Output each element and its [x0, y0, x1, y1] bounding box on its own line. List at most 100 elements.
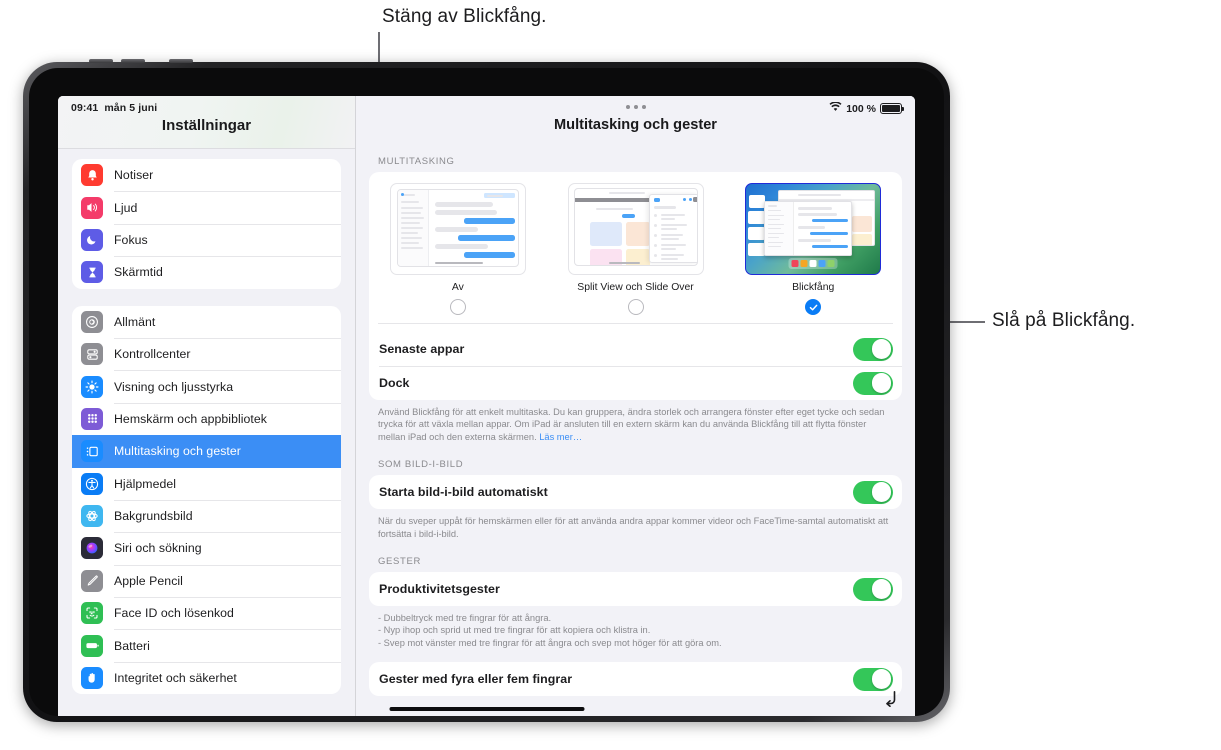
- status-bar-left: 09:41 mån 5 juni: [71, 102, 157, 114]
- battery-full-icon: [880, 103, 905, 114]
- row-label-dock: Dock: [379, 376, 410, 390]
- sidebar-item-bakgrundsbild[interactable]: Bakgrundsbild: [72, 499, 341, 532]
- control-center-icon: [81, 343, 103, 366]
- learn-more-link[interactable]: Läs mer…: [539, 432, 582, 442]
- mode-label-off: Av: [451, 282, 464, 293]
- sidebar-item-label: Integritet och säkerhet: [114, 671, 237, 686]
- sidebar-item-visning-och-ljusstyrka[interactable]: Visning och ljusstyrka: [72, 370, 341, 402]
- sound-icon: [81, 196, 103, 219]
- sidebar-item-label: Face ID och lösenkod: [114, 606, 234, 621]
- footnote-gestures: - Dubbeltryck med tre fingrar för att ån…: [369, 606, 902, 658]
- sidebar-item-ljud[interactable]: Ljud: [72, 191, 341, 223]
- sidebar-item-allmänt[interactable]: Allmänt: [72, 306, 341, 338]
- detail-scroll-area[interactable]: MULTITASKING Av Split View och Slide Ove…: [356, 149, 915, 716]
- home-indicator[interactable]: [389, 706, 584, 711]
- toggle-auto-pip[interactable]: [853, 480, 893, 504]
- left-callout-label: Stäng av Blickfång.: [382, 6, 547, 27]
- sidebar-item-label: Multitasking och gester: [114, 444, 241, 459]
- power-button[interactable]: [169, 59, 193, 63]
- volume-down-button[interactable]: [121, 59, 145, 63]
- sidebar-item-label: Ljud: [114, 200, 138, 215]
- sidebar-item-face-id-och-lösenkod[interactable]: Face ID och lösenkod: [72, 597, 341, 629]
- mode-option-off[interactable]: Av: [369, 183, 547, 293]
- mode-radio-group: [369, 299, 902, 315]
- sidebar-item-label: Siri och sökning: [114, 541, 202, 556]
- notifications-icon: [81, 164, 103, 187]
- page-curl-icon: [886, 690, 896, 708]
- sidebar-item-multitasking-och-gester[interactable]: Multitasking och gester: [72, 435, 341, 468]
- radio-stagemanager[interactable]: [805, 299, 822, 315]
- thumbnail-splitview: [567, 183, 704, 275]
- detail-header: Multitasking och gester 100 %: [356, 96, 915, 149]
- sidebar-item-apple-pencil[interactable]: Apple Pencil: [72, 564, 341, 597]
- row-auto-pip[interactable]: Starta bild-i-bild automatiskt: [369, 475, 902, 509]
- sidebar-item-fokus[interactable]: Fokus: [72, 223, 341, 256]
- battery-percent-label: 100 %: [846, 102, 876, 115]
- radio-splitview[interactable]: [627, 299, 644, 315]
- ipad-screen: 09:41 mån 5 juni Inställningar Notiser Lju…: [58, 96, 915, 716]
- sidebar-item-label: Skärmtid: [114, 265, 163, 280]
- toggle-recent-apps[interactable]: [853, 337, 893, 361]
- section-header-pip: SOM BILD-I-BILD: [378, 459, 464, 471]
- thumbnail-stagemanager: [745, 183, 882, 275]
- screentime-hourglass-icon: [81, 261, 103, 284]
- row-recent-apps[interactable]: Senaste appar: [369, 332, 902, 366]
- sidebar-item-batteri[interactable]: Batteri: [72, 629, 341, 661]
- footnote-multitasking: Använd Blickfång för att enkelt multitas…: [369, 400, 902, 452]
- sidebar-item-hemskärm-och-appbibliotek[interactable]: Hemskärm och appbibliotek: [72, 402, 341, 435]
- sidebar-item-notiser[interactable]: Notiser: [72, 159, 341, 191]
- sidebar-item-label: Batteri: [114, 638, 150, 653]
- status-time: 09:41: [71, 102, 99, 114]
- toggle-productivity-gestures[interactable]: [853, 577, 893, 601]
- footnote-gestures-line-2: - Nyp ihop och sprid ut med tre fingrar …: [378, 625, 651, 636]
- right-callout-label: Slå på Blickfång.: [992, 310, 1136, 331]
- sidebar-item-kontrollcenter[interactable]: Kontrollcenter: [72, 337, 341, 370]
- privacy-hand-icon: [81, 667, 103, 690]
- sidebar-item-siri-och-sökning[interactable]: Siri och sökning: [72, 532, 341, 564]
- sidebar-item-hjälpmedel[interactable]: Hjälpmedel: [72, 468, 341, 500]
- row-dock[interactable]: Dock: [369, 366, 902, 400]
- ipad-device-frame: 09:41 mån 5 juni Inställningar Notiser Lju…: [23, 59, 950, 722]
- row-label-auto-pip: Starta bild-i-bild automatiskt: [379, 485, 548, 500]
- section-header-gestures: GESTER: [378, 556, 421, 568]
- mode-option-stagemanager[interactable]: Blickfång: [724, 183, 902, 293]
- volume-up-button[interactable]: [89, 59, 113, 63]
- brightness-icon: [81, 375, 103, 398]
- multitasking-mode-picker: Av Split View och Slide Over Blickfång: [369, 172, 902, 332]
- toggle-multifinger-gestures[interactable]: [853, 667, 893, 691]
- sidebar-item-integritet-och-säkerhet[interactable]: Integritet och säkerhet: [72, 661, 341, 694]
- wallpaper-icon: [81, 505, 103, 528]
- apple-pencil-icon: [81, 569, 103, 592]
- row-label-recent-apps: Senaste appar: [379, 342, 465, 356]
- row-productivity-gestures[interactable]: Produktivitetsgester: [369, 572, 902, 606]
- sidebar-item-label: Kontrollcenter: [114, 347, 191, 362]
- gestures-card: Produktivitetsgester: [369, 572, 902, 607]
- general-gear-icon: [81, 310, 103, 333]
- more-dots-icon[interactable]: [625, 105, 646, 109]
- footnote-gestures-line-1: - Dubbeltryck med tre fingrar för att ån…: [378, 613, 552, 624]
- sidebar-scroll-area[interactable]: Notiser Ljud Fokus Skärmtid Allmänt Kontroll…: [58, 149, 355, 716]
- siri-icon: [81, 537, 103, 560]
- multifinger-card: Gester med fyra eller fem fingrar: [369, 662, 902, 697]
- mode-option-splitview[interactable]: Split View och Slide Over: [547, 183, 725, 293]
- toggle-dock[interactable]: [853, 371, 893, 395]
- battery-icon: [81, 634, 103, 657]
- settings-detail-panel: Multitasking och gester 100 % MULTITASKI…: [356, 96, 915, 716]
- face-id-icon: [81, 602, 103, 625]
- row-multifinger-gestures[interactable]: Gester med fyra eller fem fingrar: [369, 662, 902, 696]
- accessibility-icon: [81, 472, 103, 495]
- mode-label-stagemanager: Blickfång: [792, 282, 835, 293]
- sidebar-item-label: Allmänt: [114, 314, 156, 329]
- footnote-pip: När du sveper uppåt för hemskärmen eller…: [378, 516, 889, 539]
- sidebar-item-label: Hjälpmedel: [114, 476, 177, 491]
- sidebar-group-2: Allmänt Kontrollcenter Visning och ljussty…: [72, 305, 341, 695]
- sidebar-item-label: Apple Pencil: [114, 573, 183, 588]
- focus-moon-icon: [81, 228, 103, 251]
- row-label-multifinger-gestures: Gester med fyra eller fem fingrar: [379, 672, 573, 687]
- status-date: mån 5 juni: [104, 102, 158, 114]
- status-bar-right: 100 %: [829, 101, 905, 115]
- radio-off[interactable]: [449, 299, 466, 315]
- sidebar-item-skärmtid[interactable]: Skärmtid: [72, 256, 341, 288]
- pip-card: Starta bild-i-bild automatiskt: [369, 475, 902, 510]
- page-title: Multitasking och gester: [554, 117, 717, 133]
